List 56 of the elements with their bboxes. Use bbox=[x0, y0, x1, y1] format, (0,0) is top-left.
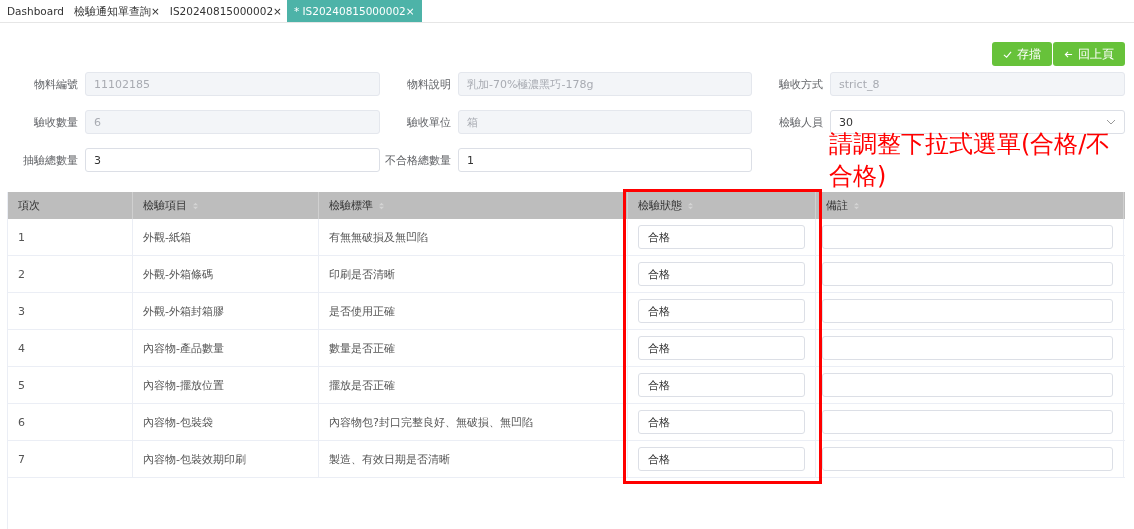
table-cell: 製造、有效日期是否清晰 bbox=[329, 451, 450, 467]
status-select[interactable]: 合格 bbox=[638, 410, 805, 434]
table-cell: 是否使用正確 bbox=[329, 303, 395, 319]
field-label: 物料說明 bbox=[407, 76, 452, 92]
status-select[interactable]: 合格 bbox=[638, 299, 805, 323]
table-cell: 有無無破損及無凹陷 bbox=[329, 229, 428, 245]
status-select[interactable]: 合格 bbox=[638, 262, 805, 286]
chevron-down-icon bbox=[1106, 119, 1116, 125]
remark-field[interactable] bbox=[822, 299, 1113, 323]
status-select[interactable]: 合格 bbox=[638, 447, 805, 471]
tab[interactable]: IS20240815000002× bbox=[164, 0, 287, 22]
field-label: 物料編號 bbox=[34, 76, 79, 92]
status-select[interactable]: 合格 bbox=[638, 373, 805, 397]
table-cell: 印刷是否清晰 bbox=[329, 266, 395, 282]
tab[interactable]: Dashboard bbox=[2, 0, 69, 22]
column-header[interactable]: 檢驗標準 bbox=[319, 192, 628, 219]
table-cell: 1 bbox=[18, 230, 25, 244]
column-header[interactable]: 檢驗狀態 bbox=[628, 192, 816, 219]
table-cell: 內容物包?封口完整良好、無破損、無凹陷 bbox=[329, 414, 533, 430]
arrow-left-icon bbox=[1064, 49, 1073, 59]
status-select[interactable]: 合格 bbox=[638, 336, 805, 360]
remark-field[interactable] bbox=[822, 373, 1113, 397]
remark-field[interactable] bbox=[822, 447, 1113, 471]
table-cell: 外觀-外箱條碼 bbox=[143, 266, 213, 282]
remark-field[interactable] bbox=[822, 225, 1113, 249]
table-cell: 2 bbox=[18, 267, 25, 281]
field-label: 驗收數量 bbox=[34, 114, 79, 130]
column-header[interactable]: 備註 bbox=[816, 192, 1124, 219]
table-cell: 4 bbox=[18, 341, 25, 355]
input-field[interactable]: 3 bbox=[85, 148, 380, 172]
field-label: 不合格總數量 bbox=[385, 152, 452, 168]
table-cell: 內容物-產品數量 bbox=[143, 340, 224, 356]
remark-field[interactable] bbox=[822, 262, 1113, 286]
table-cell: 數量是否正確 bbox=[329, 340, 395, 356]
tab[interactable]: 檢驗通知單查詢× bbox=[68, 0, 165, 22]
column-header[interactable]: 項次 bbox=[8, 192, 133, 219]
table-cell: 外觀-紙箱 bbox=[143, 229, 191, 245]
table-cell: 擺放是否正確 bbox=[329, 377, 395, 393]
check-icon bbox=[1003, 49, 1012, 59]
field-label: 抽驗總數量 bbox=[23, 152, 79, 168]
remark-field[interactable] bbox=[822, 336, 1113, 360]
status-select[interactable]: 合格 bbox=[638, 225, 805, 249]
column-header[interactable]: 檢驗項目 bbox=[133, 192, 319, 219]
table-cell: 7 bbox=[18, 452, 25, 466]
remark-field[interactable] bbox=[822, 410, 1113, 434]
table-cell: 3 bbox=[18, 304, 25, 318]
field-label: 檢驗人員 bbox=[779, 114, 824, 130]
field-label: 驗收方式 bbox=[779, 76, 824, 92]
input-field[interactable]: 1 bbox=[458, 148, 752, 172]
field-label: 驗收單位 bbox=[407, 114, 452, 130]
table-cell: 外觀-外箱封箱膠 bbox=[143, 303, 224, 319]
table-cell: 5 bbox=[18, 378, 25, 392]
table-cell: 6 bbox=[18, 415, 25, 429]
table-cell: 內容物-包裝袋 bbox=[143, 414, 213, 430]
table-cell: 內容物-包裝效期印刷 bbox=[143, 451, 246, 467]
table-cell: 內容物-擺放位置 bbox=[143, 377, 224, 393]
